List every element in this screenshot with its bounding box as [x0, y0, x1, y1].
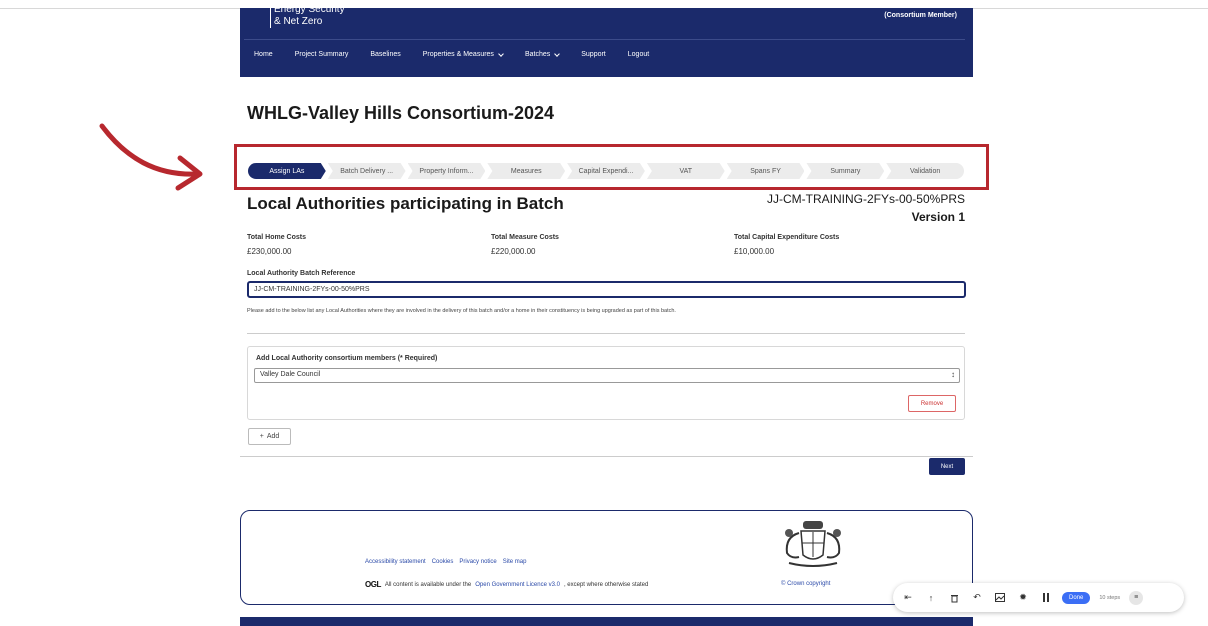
- plus-icon: +: [259, 433, 264, 440]
- total-capex-costs-label: Total Capital Expenditure Costs: [734, 234, 840, 241]
- total-capex-costs-value: £10,000.00: [734, 247, 775, 256]
- local-authority-card: Add Local Authority consortium members (…: [247, 346, 965, 420]
- step-capital-expenditure[interactable]: Capital Expendi...: [567, 163, 645, 179]
- total-measure-costs: Total Measure Costs £220,000.00: [491, 234, 559, 256]
- nav-properties-measures-label: Properties & Measures: [422, 51, 494, 58]
- licence-link[interactable]: Open Government Licence v3.0: [475, 582, 560, 588]
- local-authority-select[interactable]: Valley Dale Council ↕: [254, 368, 960, 383]
- nav-project-summary[interactable]: Project Summary: [295, 51, 349, 58]
- member-role-label: (Consortium Member): [884, 12, 957, 19]
- nav-logout[interactable]: Logout: [628, 51, 649, 58]
- nav-baselines[interactable]: Baselines: [370, 51, 400, 58]
- royal-coat-of-arms-icon: [785, 521, 841, 567]
- trash-icon[interactable]: [947, 591, 961, 605]
- total-home-costs-value: £230,000.00: [247, 247, 292, 256]
- pause-glyph: [1043, 593, 1049, 602]
- department-line-2: & Net Zero: [274, 16, 323, 27]
- nav-batches[interactable]: Batches: [524, 50, 561, 58]
- footer-bottom-bar: [240, 617, 973, 626]
- total-home-costs: Total Home Costs £230,000.00: [247, 234, 306, 256]
- total-measure-costs-label: Total Measure Costs: [491, 234, 559, 241]
- nav-project-summary-label: Project Summary: [294, 51, 349, 58]
- footer-link-privacy[interactable]: Privacy notice: [459, 559, 496, 565]
- chevron-down-icon: [498, 50, 504, 57]
- step-batch-delivery[interactable]: Batch Delivery ...: [328, 163, 406, 179]
- undo-icon[interactable]: ↶: [970, 591, 984, 605]
- settings-icon[interactable]: ✹: [1016, 591, 1030, 605]
- total-measure-costs-value: £220,000.00: [491, 247, 536, 256]
- step-vat[interactable]: VAT: [647, 163, 725, 179]
- steps-count: 10 steps: [1099, 594, 1121, 601]
- nav-home[interactable]: Home: [254, 51, 273, 58]
- footer-links: Accessibility statement Cookies Privacy …: [365, 559, 526, 565]
- page-title: WHLG-Valley Hills Consortium-2024: [247, 103, 555, 123]
- step-property-information[interactable]: Property Inform...: [408, 163, 486, 179]
- nav-properties-measures[interactable]: Properties & Measures: [422, 50, 504, 58]
- trash-glyph: [950, 594, 958, 602]
- step-measures[interactable]: Measures: [487, 163, 565, 179]
- chevron-down-icon: [554, 50, 561, 57]
- image-icon[interactable]: [993, 591, 1007, 605]
- help-text: Please add to the below list any Local A…: [247, 308, 676, 314]
- batch-reference: JJ-CM-TRAINING-2FYs-00-50%PRS: [766, 192, 965, 206]
- image-glyph: [995, 593, 1005, 602]
- skip-to-start-icon[interactable]: ⇤: [901, 591, 915, 605]
- batch-reference-input[interactable]: [247, 281, 966, 298]
- nav-support-label: Support: [581, 51, 606, 58]
- annotation-arrow-icon: [99, 123, 203, 191]
- nav-batches-label: Batches: [524, 51, 551, 58]
- nav-logout-label: Logout: [627, 51, 650, 58]
- add-button[interactable]: + Add: [248, 428, 291, 445]
- ogl-logo: OGL: [365, 580, 381, 589]
- licence-statement: OGL All content is available under the O…: [365, 580, 648, 589]
- step-summary[interactable]: Summary: [806, 163, 884, 179]
- licence-suffix: , except where otherwise stated: [563, 581, 649, 588]
- remove-button[interactable]: Remove: [908, 395, 956, 412]
- footer-link-cookies[interactable]: Cookies: [432, 559, 454, 565]
- done-button[interactable]: Done: [1062, 591, 1091, 604]
- section-divider: [247, 333, 965, 334]
- local-authority-selected-value: Valley Dale Council: [260, 371, 321, 378]
- total-capex-costs: Total Capital Expenditure Costs £10,000.…: [734, 234, 839, 256]
- header-divider: [244, 39, 965, 40]
- next-button[interactable]: Next: [929, 458, 965, 475]
- footer-link-sitemap[interactable]: Site map: [503, 559, 527, 565]
- main-nav: Home Project Summary Baselines Propertie…: [254, 50, 671, 58]
- section-title: Local Authorities participating in Batch: [247, 194, 564, 213]
- batch-version: Version 1: [911, 210, 965, 224]
- department-line-1: Energy Security: [274, 4, 345, 15]
- path-stepper: Assign LAs Batch Delivery ... Property I…: [248, 163, 966, 179]
- add-button-label: Add: [266, 433, 280, 440]
- nav-baselines-label: Baselines: [370, 51, 401, 58]
- step-validation[interactable]: Validation: [886, 163, 965, 179]
- footer-link-accessibility[interactable]: Accessibility statement: [365, 559, 426, 565]
- upload-icon[interactable]: ↑: [924, 591, 938, 605]
- site-footer: Accessibility statement Cookies Privacy …: [240, 510, 973, 605]
- department-name: Energy Security & Net Zero: [270, 4, 345, 28]
- step-spans-fy[interactable]: Spans FY: [727, 163, 805, 179]
- crown-copyright-link[interactable]: © Crown copyright: [781, 581, 830, 587]
- recorder-toolbar: ⇤ ↑ ↶ ✹ Done 10 steps ≡: [893, 583, 1184, 612]
- select-updown-icon: ↕: [951, 370, 955, 379]
- menu-icon[interactable]: ≡: [1129, 590, 1144, 605]
- nav-home-label: Home: [254, 51, 273, 58]
- licence-prefix: All content is available under the: [384, 581, 472, 588]
- nav-support[interactable]: Support: [581, 51, 606, 58]
- site-header: Energy Security & Net Zero (Consortium M…: [240, 4, 973, 77]
- actions-divider: [240, 456, 973, 457]
- total-home-costs-label: Total Home Costs: [247, 234, 306, 241]
- step-assign-las[interactable]: Assign LAs: [248, 163, 326, 179]
- page: Energy Security & Net Zero (Consortium M…: [0, 0, 1208, 626]
- local-authority-label: Add Local Authority consortium members (…: [256, 355, 438, 362]
- batch-reference-label: Local Authority Batch Reference: [247, 270, 356, 277]
- pause-icon[interactable]: [1039, 591, 1053, 605]
